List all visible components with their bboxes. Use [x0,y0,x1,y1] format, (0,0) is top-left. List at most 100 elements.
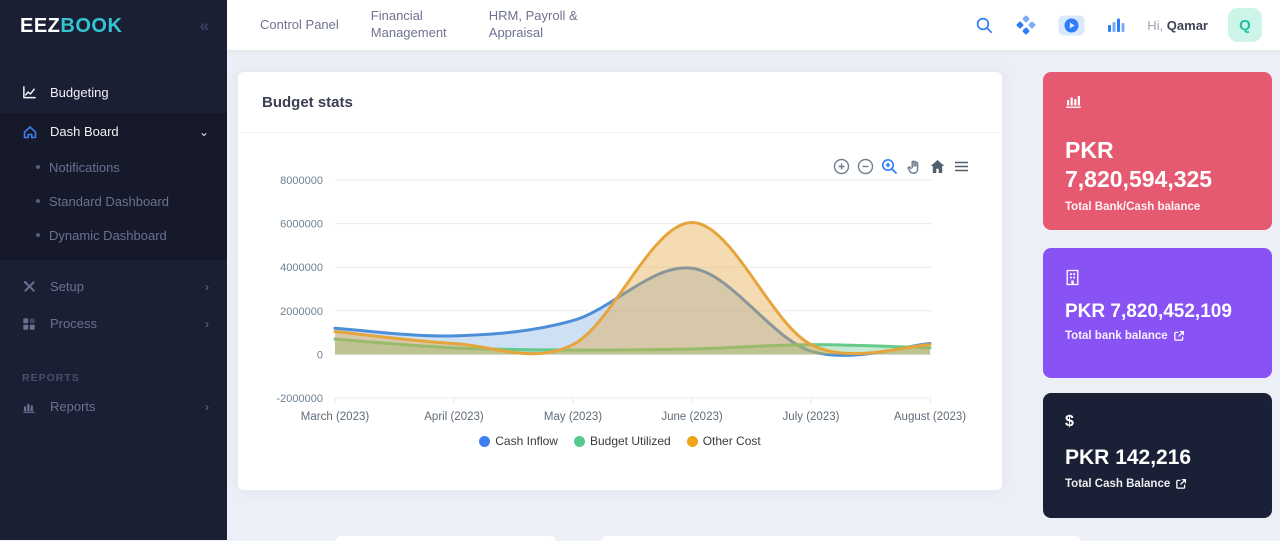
total-bank-cash-balance-card[interactable]: PKR7,820,594,325 Total Bank/Cash balance [1043,72,1272,230]
legend-dot [687,436,698,447]
budget-stats-card: Budget stats 8000000 6000000 4000000 200000… [238,72,1002,490]
sidebar-subitem-label: Notifications [49,160,120,175]
card-title: Budget stats [262,94,353,111]
bank-building-icon [1065,268,1250,286]
legend-label: Budget Utilized [590,434,671,448]
bullet-dot [36,233,40,237]
chart-line-icon [22,85,38,101]
card-amount: PKR 7,820,452,109 [1065,300,1250,324]
currency: PKR [1065,446,1109,469]
sidebar-item-budgeting[interactable]: Budgeting [0,74,227,111]
label-text: Total Bank/Cash balance [1065,201,1200,213]
sidebar-item-process[interactable]: Process › [0,305,227,342]
budget-stats-chart[interactable]: 8000000 6000000 4000000 2000000 0 -2000000 Mar… [238,157,1002,429]
bar-chart-icon [22,399,38,415]
logo-row: EEZBOOK « [0,0,227,52]
logo-part2: BOOK [60,15,122,37]
grid-icon [22,316,38,332]
chevron-down-icon: ⌄ [199,125,209,139]
next-row-card-peek [601,536,1081,541]
legend-label: Cash Inflow [495,434,558,448]
sidebar-item-standard-dashboard[interactable]: Standard Dashboard [0,184,227,218]
sidebar-item-label: Setup [50,279,84,294]
svg-text:6000000: 6000000 [280,219,323,231]
logo-part1: EEZ [20,15,60,37]
sidebar-item-reports[interactable]: Reports › [0,388,227,425]
amount: 7,820,452,109 [1110,301,1232,322]
legend-dot [574,436,585,447]
nav-financial-management[interactable]: Financial Management [371,8,457,42]
svg-text:July (2023): July (2023) [783,411,840,423]
svg-text:May (2023): May (2023) [544,411,602,423]
chevron-right-icon: › [205,280,209,294]
sidebar-item-setup[interactable]: Setup › [0,268,227,305]
dollar-icon: $ [1065,413,1250,431]
external-link-icon[interactable] [1175,478,1187,490]
next-row-card-peek [336,536,556,541]
sidebar-section-reports: REPORTS [0,342,227,388]
svg-text:-2000000: -2000000 [277,393,324,405]
bullet-dot [36,165,40,169]
home-icon [22,124,38,140]
svg-text:June (2023): June (2023) [661,411,723,423]
chevron-right-icon: › [205,317,209,331]
video-tutorial-icon[interactable] [1057,14,1085,36]
sidebar-item-label: Process [50,316,97,331]
sidebar-item-notifications[interactable]: Notifications [0,150,227,184]
chevron-right-icon: › [205,400,209,414]
avatar[interactable]: Q [1228,8,1262,42]
legend-dot [479,436,490,447]
currency: PKR [1065,301,1105,322]
legend-label: Other Cost [703,434,761,448]
svg-text:March (2023): March (2023) [301,411,370,423]
label-text: Total bank balance [1065,330,1168,342]
legend-item[interactable]: Cash Inflow [479,434,558,448]
user-greeting: Hi, Qamar [1147,18,1208,33]
nav-control-panel[interactable]: Control Panel [260,17,339,34]
search-icon[interactable] [973,14,995,36]
card-amount: PKR7,820,594,325 [1065,136,1250,195]
svg-text:0: 0 [317,349,323,361]
app-logo[interactable]: EEZBOOK [20,15,122,38]
external-link-icon[interactable] [1173,330,1185,342]
sidebar-item-dynamic-dashboard[interactable]: Dynamic Dashboard [0,218,227,252]
stats-bars-icon[interactable] [1105,14,1127,36]
card-label: Total Cash Balance [1065,478,1250,490]
sidebar-menu: Budgeting Dash Board ⌄ Notifications Sta… [0,52,227,425]
sidebar-item-label: Reports [50,399,96,414]
sidebar-subitem-label: Standard Dashboard [49,194,169,209]
card-label: Total Bank/Cash balance [1065,201,1250,213]
currency: PKR [1065,136,1250,165]
bar-chart-icon [1065,92,1250,110]
amount: 7,820,594,325 [1065,165,1250,194]
svg-text:4000000: 4000000 [280,262,323,274]
sidebar-item-label: Dash Board [50,124,119,139]
bullet-dot [36,199,40,203]
sidebar-collapse-icon[interactable]: « [200,16,209,36]
svg-text:August (2023): August (2023) [894,411,966,423]
svg-text:April (2023): April (2023) [424,411,484,423]
sidebar-subitem-label: Dynamic Dashboard [49,228,167,243]
topbar-actions: Hi, Qamar Q [973,8,1280,42]
card-amount: PKR 142,216 [1065,445,1250,472]
legend-item[interactable]: Budget Utilized [574,434,671,448]
username: Qamar [1167,18,1208,33]
svg-text:2000000: 2000000 [280,306,323,318]
topbar-nav: Control Panel Financial Management HRM, … [227,8,581,42]
amount: 142,216 [1115,446,1191,469]
tools-icon [22,279,38,295]
sidebar: EEZBOOK « Budgeting Dash Board ⌄ Notific… [0,0,227,540]
apps-diamond-icon[interactable] [1015,14,1037,36]
card-header: Budget stats [238,72,1002,133]
svg-text:8000000: 8000000 [280,175,323,187]
sidebar-item-dashboard[interactable]: Dash Board ⌄ [0,113,227,150]
nav-hrm-payroll[interactable]: HRM, Payroll & Appraisal [489,8,581,42]
dashboard-group: Dash Board ⌄ Notifications Standard Dash… [0,113,227,260]
greeting-prefix: Hi, [1147,18,1163,33]
legend-item[interactable]: Other Cost [687,434,761,448]
chart-legend: Cash Inflow Budget Utilized Other Cost [238,434,1002,448]
topbar: Control Panel Financial Management HRM, … [227,0,1280,50]
total-bank-balance-card[interactable]: PKR 7,820,452,109 Total bank balance [1043,248,1272,378]
total-cash-balance-card[interactable]: $ PKR 142,216 Total Cash Balance [1043,393,1272,518]
label-text: Total Cash Balance [1065,478,1170,490]
